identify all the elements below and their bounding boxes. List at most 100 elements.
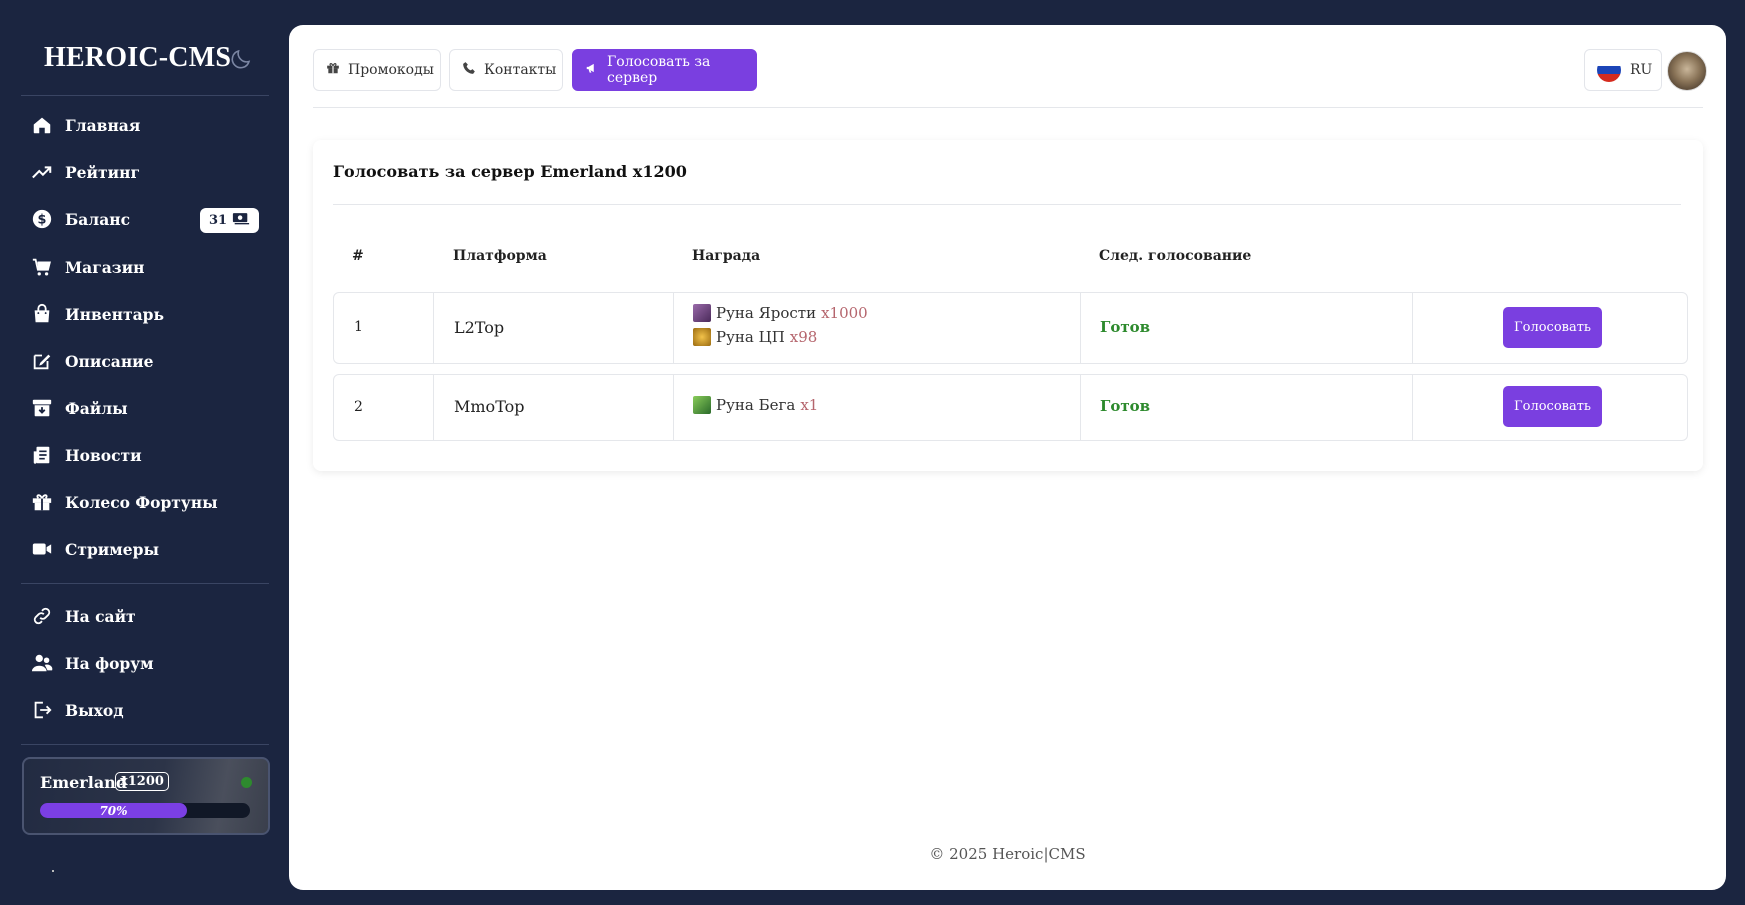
reward-name: Руна Ярости — [716, 304, 817, 322]
language-label: RU — [1630, 62, 1653, 78]
video-icon — [30, 537, 54, 561]
sidebar-item-label: Главная — [65, 115, 141, 135]
sidebar-divider — [21, 95, 269, 96]
sidebar-item-home[interactable]: Главная — [30, 105, 270, 145]
reward-quantity: x98 — [789, 328, 818, 346]
vote-for-server-label: Голосовать за сервер — [607, 54, 711, 86]
sidebar-item-news[interactable]: Новости — [30, 435, 270, 475]
reward-name: Руна Бега — [716, 396, 796, 414]
sidebar-item-label: Рейтинг — [65, 162, 140, 182]
table-row: 2 MmoTop Руна Бега x1 Готов Голосовать — [333, 374, 1688, 441]
column-header-platform: Платформа — [453, 248, 547, 264]
dollar-circle-icon: $ — [30, 207, 54, 231]
sidebar-item-website[interactable]: На сайт — [30, 596, 270, 636]
reward-item: Руна Бега x1 — [693, 396, 818, 414]
user-avatar[interactable] — [1667, 51, 1707, 91]
reward-item: Руна ЦП x98 — [693, 328, 817, 346]
sidebar-item-label: Новости — [65, 445, 142, 465]
sidebar-item-label: Баланс — [65, 209, 131, 229]
news-icon — [30, 443, 54, 467]
sidebar-divider — [21, 583, 269, 584]
home-icon — [30, 113, 54, 137]
sidebar-item-label: Магазин — [65, 257, 145, 277]
decorative-dot — [52, 870, 54, 872]
sidebar-item-label: Инвентарь — [65, 304, 164, 324]
sidebar-item-fortune-wheel[interactable]: Колесо Фортуны — [30, 482, 270, 522]
sidebar-item-label: На форум — [65, 653, 154, 673]
sidebar-item-label: Выход — [65, 700, 124, 720]
megaphone-icon — [585, 61, 599, 79]
server-name: Emerland — [40, 773, 127, 792]
rune-of-cp-icon — [693, 328, 711, 346]
sidebar-item-inventory[interactable]: Инвентарь — [30, 294, 270, 334]
server-progress-fill: 70% — [40, 803, 187, 818]
phone-icon — [462, 61, 476, 79]
platform-name: L2Top — [454, 318, 505, 337]
server-card[interactable]: Emerland x1200 70% — [22, 757, 270, 835]
vote-card: Голосовать за сервер Emerland x1200 # Пл… — [313, 140, 1703, 471]
card-divider — [333, 204, 1681, 205]
server-progress-bar: 70% — [40, 803, 250, 818]
vote-card-title: Голосовать за сервер Emerland x1200 — [333, 162, 687, 181]
reward-name: Руна ЦП — [716, 328, 785, 346]
row-number: 2 — [354, 399, 363, 415]
sidebar-item-streamers[interactable]: Стримеры — [30, 529, 270, 569]
sidebar-item-files[interactable]: Файлы — [30, 388, 270, 428]
vote-button[interactable]: Голосовать — [1503, 386, 1602, 427]
sidebar-item-label: Описание — [65, 351, 154, 371]
gift-icon — [326, 61, 340, 79]
contacts-label: Контакты — [484, 62, 557, 78]
table-row: 1 L2Top Руна Ярости x1000 Руна ЦП x98 Го… — [333, 292, 1688, 364]
moon-icon[interactable] — [229, 47, 253, 71]
sidebar-item-forum[interactable]: На форум — [30, 643, 270, 683]
vote-status: Готов — [1100, 397, 1151, 415]
users-icon — [30, 651, 54, 675]
edit-icon — [30, 349, 54, 373]
svg-text:$: $ — [38, 213, 47, 228]
money-icon — [232, 212, 250, 229]
sidebar-item-label: На сайт — [65, 606, 136, 626]
sidebar-item-description[interactable]: Описание — [30, 341, 270, 381]
reward-quantity: x1000 — [821, 304, 868, 322]
logout-icon — [30, 698, 54, 722]
sidebar-item-label: Колесо Фортуны — [65, 492, 218, 512]
online-status-dot — [241, 777, 252, 788]
language-selector[interactable]: RU — [1584, 49, 1662, 91]
link-icon — [30, 604, 54, 628]
russia-flag-icon — [1597, 58, 1621, 82]
gift-icon — [30, 490, 54, 514]
footer-copyright: © 2025 Heroic|CMS — [929, 845, 1086, 863]
topbar-divider — [313, 107, 1703, 108]
rune-of-speed-icon — [693, 396, 711, 414]
balance-badge: 31 — [200, 208, 259, 233]
platform-name: MmoTop — [454, 397, 525, 416]
column-header-reward: Награда — [692, 248, 761, 264]
vote-button[interactable]: Голосовать — [1503, 307, 1602, 348]
row-number: 1 — [354, 319, 363, 335]
shopping-bag-icon — [30, 302, 54, 326]
sidebar-item-logout[interactable]: Выход — [30, 690, 270, 730]
balance-value: 31 — [208, 213, 228, 228]
vote-for-server-button[interactable]: Голосовать за сервер — [572, 49, 757, 91]
column-header-next-vote: След. голосование — [1099, 248, 1252, 264]
sidebar-item-label: Стримеры — [65, 539, 159, 559]
main-content: Промокоды Контакты Голосовать за сервер … — [289, 25, 1726, 890]
rune-of-fury-icon — [693, 304, 711, 322]
cart-icon — [30, 255, 54, 279]
archive-download-icon — [30, 396, 54, 420]
reward-item: Руна Ярости x1000 — [693, 304, 868, 322]
sidebar-item-shop[interactable]: Магазин — [30, 247, 270, 287]
brand-logo[interactable]: HEROIC-CMS — [44, 42, 231, 74]
sidebar-item-rating[interactable]: Рейтинг — [30, 152, 270, 192]
sidebar-item-label: Файлы — [65, 398, 128, 418]
vote-status: Готов — [1100, 318, 1151, 336]
server-rate-badge: x1200 — [115, 772, 169, 791]
promocodes-button[interactable]: Промокоды — [313, 49, 441, 91]
sidebar-divider — [21, 744, 269, 745]
reward-quantity: x1 — [800, 396, 819, 414]
sidebar: HEROIC-CMS Главная Рейтинг $ Баланс 31 М… — [0, 0, 289, 905]
trending-up-icon — [30, 160, 54, 184]
promocodes-label: Промокоды — [348, 62, 434, 78]
contacts-button[interactable]: Контакты — [449, 49, 563, 91]
column-header-number: # — [352, 248, 364, 264]
